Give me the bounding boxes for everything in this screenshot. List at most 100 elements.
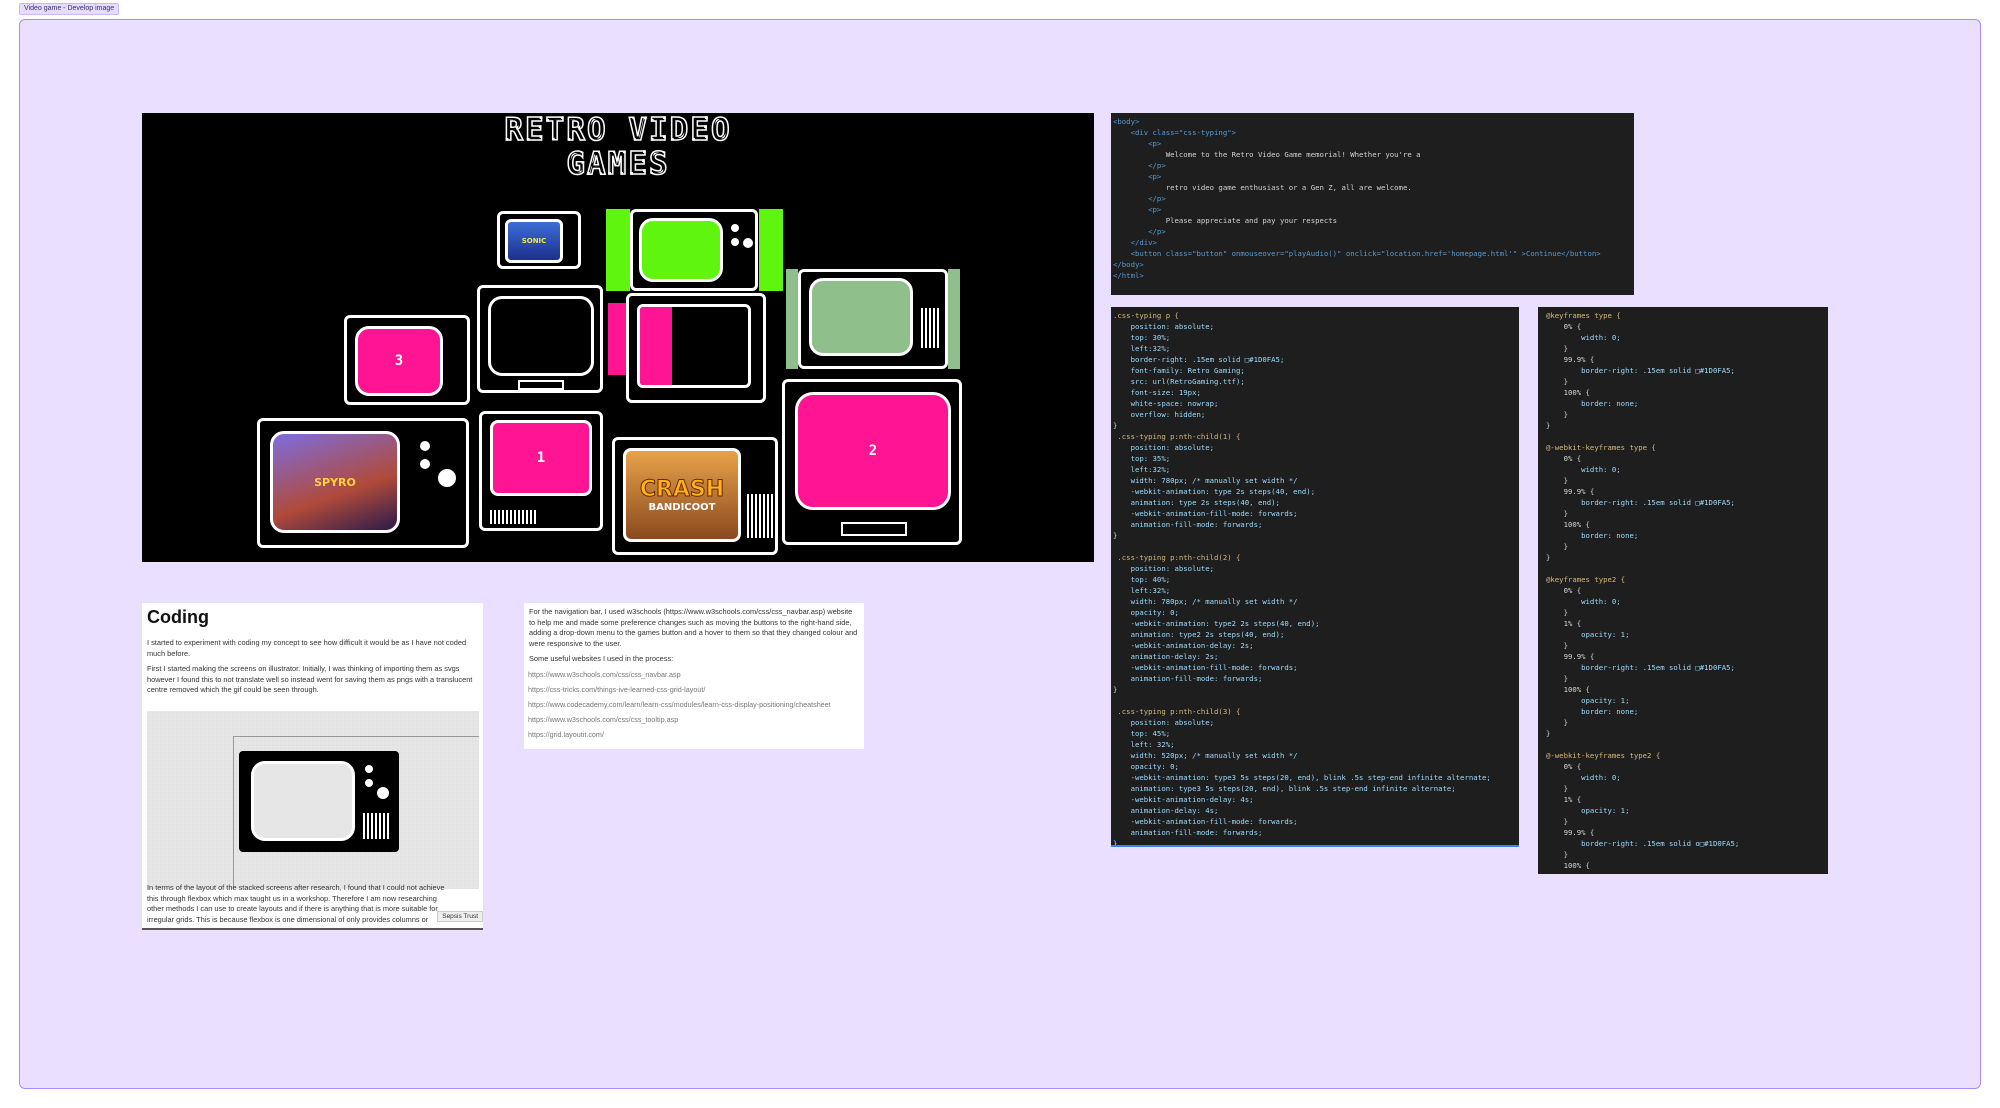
code-line: 99.9% { [1546, 355, 1595, 364]
vent [490, 510, 538, 524]
tv-stand [518, 380, 564, 390]
code-line: 99.9% { [1546, 652, 1595, 661]
coding-para-2: First I started making the screens on il… [147, 664, 473, 694]
green-backdrop-right [759, 209, 783, 291]
code-line: border-right: .15em solid □#1D0FA5; [1546, 663, 1735, 672]
spyro-art: SPYRO [314, 475, 356, 489]
frame-label[interactable]: Video game - Develop image [19, 3, 120, 15]
code-line: 100% { [1546, 685, 1590, 694]
pink-strip [608, 303, 626, 375]
code-line: } [1546, 784, 1568, 793]
code-line: -webkit-animation-delay: 2s; [1113, 641, 1254, 650]
code-line: border-right: .15em solid □#1D0FA5; [1546, 498, 1735, 507]
code-line: } [1546, 344, 1568, 353]
tv-black-top [477, 285, 603, 393]
green-backdrop-left [606, 209, 630, 291]
tv-sage [798, 269, 948, 369]
code-line: } [1546, 641, 1568, 650]
code-line: .css-typing p:nth-child(1) { [1113, 432, 1241, 441]
hero-title-line1: RETRO VIDEO [142, 113, 1094, 148]
code-line: animation-fill-mode: forwards; [1113, 674, 1263, 683]
code-line: width: 0; [1546, 597, 1621, 606]
knob [420, 459, 430, 469]
code-line: </p> [1113, 194, 1166, 203]
retro-video-games-image: RETRO VIDEO GAMES SONIC 3 SPYRO 1 CRASH … [142, 113, 1094, 562]
css-code-panel: .css-typing p { position: absolute; top:… [1111, 307, 1519, 847]
code-line: } [1546, 553, 1551, 562]
code-line: position: absolute; [1113, 718, 1215, 727]
code-line: } [1546, 817, 1568, 826]
code-line: <div class="css-typing"> [1113, 128, 1237, 137]
code-line: <p> [1113, 205, 1162, 214]
code-line: top: 35%; [1113, 454, 1171, 463]
useful-link[interactable]: https://css-tricks.com/things-ive-learne… [528, 685, 860, 695]
useful-link[interactable]: https://www.w3schools.com/css/css_toolti… [528, 715, 860, 725]
code-line: position: absolute; [1113, 564, 1215, 573]
code-line: -webkit-animation-fill-mode: forwards; [1113, 663, 1298, 672]
code-line: top: 40%; [1113, 575, 1171, 584]
code-line: border: none; [1546, 707, 1639, 716]
knob [731, 238, 739, 246]
code-line: } [1546, 410, 1568, 419]
code-line: } [1546, 608, 1568, 617]
code-line: -webkit-animation: type3 5s steps(20, en… [1113, 773, 1491, 782]
useful-link[interactable]: https://www.codecademy.com/learn/learn-c… [528, 700, 860, 710]
code-line: </body> [1113, 260, 1144, 269]
code-line: animation-delay: 4s; [1113, 806, 1219, 815]
tv-number: 2 [868, 443, 878, 459]
code-line: } [1546, 674, 1568, 683]
useful-link[interactable]: https://www.w3schools.com/css/css_navbar… [528, 670, 860, 680]
code-line: </p> [1113, 161, 1166, 170]
tv-illustration-screenshot [147, 711, 479, 889]
code-line: -webkit-animation-fill-mode: forwards; [1113, 509, 1298, 518]
tv-number: 1 [536, 450, 546, 466]
tv-stand [841, 522, 907, 536]
code-line: animation: type2 2s steps(40, end); [1113, 630, 1285, 639]
code-line: <body> [1113, 117, 1140, 126]
sage-backdrop-left [786, 269, 798, 369]
code-line: } [1113, 531, 1118, 540]
code-line: } [1546, 377, 1568, 386]
code-line: } [1546, 542, 1568, 551]
code-line: opacity: 1; [1546, 630, 1630, 639]
code-line: } [1546, 421, 1551, 430]
tv-number: 3 [394, 353, 404, 369]
sepsis-trust-badge[interactable]: Sepsis Trust [437, 911, 483, 922]
code-line: font-family: Retro Gaming; [1113, 366, 1245, 375]
code-line: border: none; [1546, 531, 1639, 540]
tv-outline-icon [239, 751, 399, 852]
knob [377, 787, 389, 799]
code-line: Please appreciate and pay your respects [1113, 216, 1338, 225]
tv-pink-3: 3 [344, 315, 470, 405]
coding-para-1: I started to experiment with coding my c… [147, 638, 467, 658]
code-line: <p> [1113, 139, 1162, 148]
code-line: width: 780px; /* manually set width */ [1113, 597, 1298, 606]
code-line: } [1546, 718, 1568, 727]
tv-green [630, 209, 758, 291]
tv-crash: CRASH BANDICOOT [612, 437, 778, 555]
crash-subtitle: BANDICOOT [648, 502, 716, 513]
useful-link[interactable]: https://grid.layoutit.com/ [528, 730, 860, 740]
code-line: width: 520px; /* manually set width */ [1113, 751, 1298, 760]
code-line: animation: type 2s steps(40, end); [1113, 498, 1280, 507]
code-line: -webkit-animation: type2 2s steps(40, en… [1113, 619, 1320, 628]
pink-fill [640, 307, 672, 385]
code-line: } [1546, 509, 1568, 518]
coding-para-3: In terms of the layout of the stacked sc… [147, 883, 445, 930]
nav-para-1: For the navigation bar, I used w3schools… [529, 607, 858, 648]
code-line: .css-typing p:nth-child(2) { [1113, 553, 1241, 562]
code-line: } [1546, 476, 1568, 485]
code-line: animation-fill-mode: forwards; [1113, 828, 1263, 837]
code-line: width: 0; [1546, 465, 1621, 474]
html-code-panel: <body> <div class="css-typing"> <p> Welc… [1111, 113, 1634, 295]
code-line: </html> [1113, 271, 1144, 280]
code-line: top: 45%; [1113, 729, 1171, 738]
code-line: 1% { [1546, 619, 1582, 628]
code-line: left:32%; [1113, 586, 1171, 595]
code-line: 0% { [1546, 762, 1582, 771]
code-line: 99.9% { [1546, 828, 1595, 837]
tv-pink-2: 2 [782, 379, 962, 545]
